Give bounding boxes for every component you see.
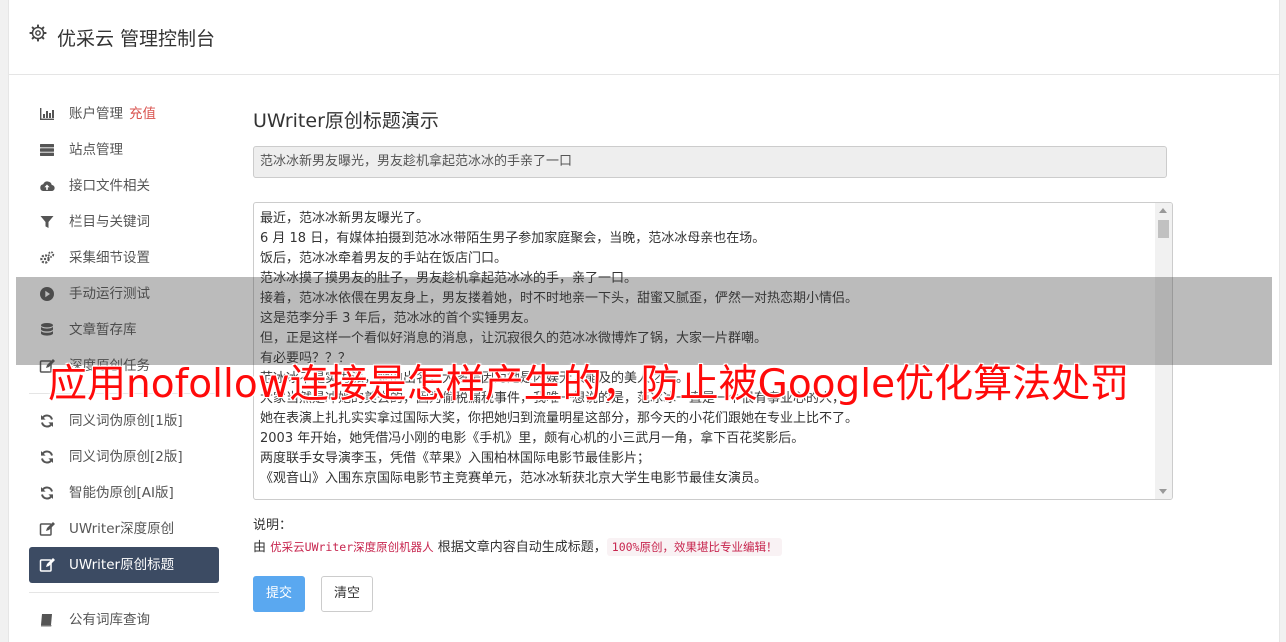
- refresh-icon: [39, 449, 55, 465]
- header: 优采云 管理控制台: [9, 0, 1279, 75]
- note-middle: 根据文章内容自动生成标题，: [437, 540, 607, 555]
- recharge-link[interactable]: 充值: [129, 106, 156, 122]
- sidebar-item-label: 采集细节设置: [69, 250, 150, 266]
- edit-icon: [39, 557, 55, 573]
- server-icon: [39, 142, 55, 158]
- sidebar-item-account[interactable]: 账户管理 充值: [29, 96, 219, 132]
- sidebar-item-uwriter-title[interactable]: UWriter原创标题: [29, 547, 219, 583]
- sidebar-item-label: 站点管理: [69, 142, 123, 158]
- article-line: 2003 年开始，她凭借冯小刚的电影《手机》里，颇有心机的小三武月一角，拿下百花…: [260, 431, 805, 446]
- sidebar-item-label: 公有词库查询: [69, 612, 150, 628]
- article-line: 她在表演上扎扎实实拿过国际大奖，你把她归到流量明星这部分，那今天的小花们跟她在专…: [260, 411, 859, 426]
- app-title: 优采云 管理控制台: [57, 28, 216, 50]
- submit-button[interactable]: 提交: [253, 576, 306, 612]
- sidebar-item-label: 接口文件相关: [69, 178, 150, 194]
- cloud-upload-icon: [39, 178, 55, 194]
- scroll-thumb[interactable]: [1158, 220, 1169, 238]
- refresh-icon: [39, 485, 55, 501]
- filter-icon: [39, 214, 55, 230]
- overlay-banner-text: 应用nofollow连接是怎样产生的，防止被Google优化算法处罚: [48, 362, 1130, 407]
- sidebar-item-label: 同义词伪原创[1版]: [69, 413, 183, 429]
- sidebar-divider: [29, 592, 219, 593]
- refresh-icon: [39, 413, 55, 429]
- sidebar-item-collect-settings[interactable]: 采集细节设置: [29, 240, 219, 276]
- note-label: 说明：: [253, 518, 293, 533]
- article-line: 6 月 18 日，有媒体拍摄到范冰冰带陌生男子参加家庭聚会，当晚，范冰冰母亲也在…: [260, 231, 766, 246]
- article-line: 最近，范冰冰新男友曝光了。: [260, 211, 430, 226]
- sidebar-item-sites[interactable]: 站点管理: [29, 132, 219, 168]
- note-text: 由 优采云UWriter深度原创机器人 根据文章内容自动生成标题， 100%原创，…: [253, 536, 783, 556]
- scroll-up-arrow[interactable]: [1159, 208, 1167, 213]
- scroll-down-arrow[interactable]: [1159, 489, 1167, 494]
- article-line: 饭后，范冰冰牵着男友的手站在饭店门口。: [260, 251, 508, 266]
- note-highlight: 100%原创，效果堪比专业编辑！: [606, 538, 783, 556]
- sidebar-item-synonym-v2[interactable]: 同义词伪原创[2版]: [29, 439, 219, 475]
- sidebar-item-label: 同义词伪原创[2版]: [69, 449, 183, 465]
- sidebar-item-smart-ai[interactable]: 智能伪原创[AI版]: [29, 475, 219, 511]
- sidebar-item-label: UWriter深度原创: [69, 521, 175, 537]
- clear-button[interactable]: 清空: [321, 576, 374, 612]
- page-title: UWriter原创标题演示: [253, 110, 439, 132]
- edit-icon: [39, 521, 55, 537]
- generated-title-field[interactable]: 范冰冰新男友曝光，男友趁机拿起范冰冰的手亲了一口: [253, 146, 1167, 178]
- overlay-band: [16, 277, 1272, 365]
- sidebar-item-public-lexicon[interactable]: 公有词库查询: [29, 602, 219, 638]
- bar-chart-icon: [39, 106, 55, 122]
- gear-icon: [29, 24, 47, 42]
- article-line: 两度联手女导演李玉，凭借《苹果》入围柏林国际电影节最佳影片；: [260, 451, 651, 466]
- sidebar-item-columns-keywords[interactable]: 栏目与关键词: [29, 204, 219, 240]
- article-line: 《观音山》入围东京国际电影节主竞赛单元，范冰冰斩获北京大学生电影节最佳女演员。: [260, 471, 768, 486]
- sidebar-item-label: 栏目与关键词: [69, 214, 150, 230]
- note-prefix: 由: [253, 540, 267, 555]
- cogs-icon: [39, 250, 55, 266]
- sidebar-item-label: 智能伪原创[AI版]: [69, 485, 174, 501]
- sidebar-item-uwriter-deep[interactable]: UWriter深度原创: [29, 511, 219, 547]
- sidebar-item-interface-files[interactable]: 接口文件相关: [29, 168, 219, 204]
- sidebar-item-label: 账户管理: [69, 106, 123, 122]
- book-icon: [39, 612, 55, 628]
- sidebar-item-label: UWriter原创标题: [69, 557, 175, 573]
- note-robot-name: 优采云UWriter深度原创机器人: [270, 540, 434, 554]
